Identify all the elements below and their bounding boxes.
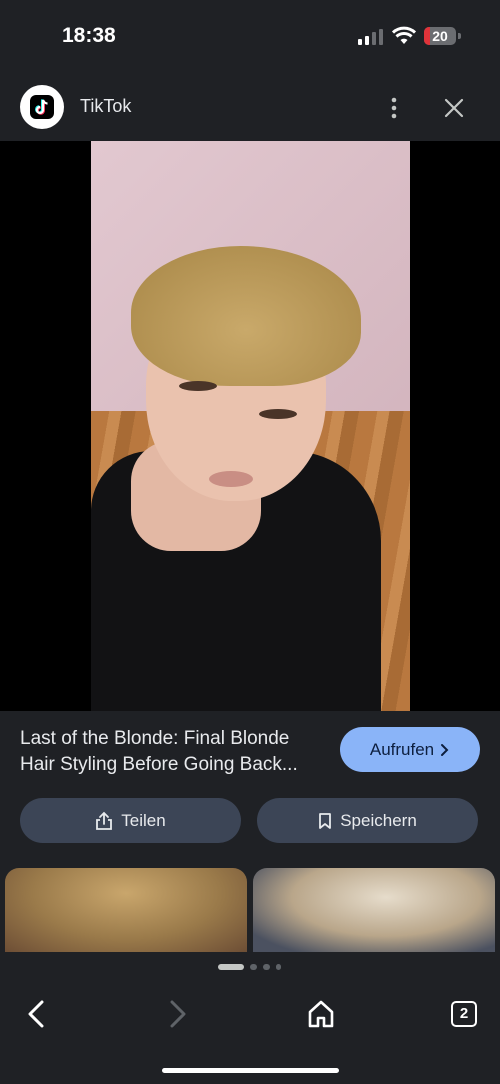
- chevron-right-icon: [441, 743, 449, 756]
- battery-level: 20: [432, 28, 448, 44]
- home-indicator: [162, 1068, 339, 1073]
- back-icon[interactable]: [18, 996, 54, 1032]
- forward-icon[interactable]: [160, 996, 196, 1032]
- share-button-label: Teilen: [121, 810, 166, 830]
- more-options-icon[interactable]: [384, 96, 404, 120]
- save-button-label: Speichern: [340, 810, 417, 830]
- share-button[interactable]: Teilen: [20, 798, 241, 843]
- browser-toolbar: 2: [0, 952, 500, 1084]
- carousel-dot: [263, 964, 270, 970]
- open-button[interactable]: Aufrufen: [340, 727, 480, 772]
- source-site-name[interactable]: TikTok: [80, 96, 131, 117]
- home-icon[interactable]: [303, 996, 339, 1032]
- status-bar: 18:38 20: [0, 0, 500, 72]
- wifi-icon: [392, 26, 416, 44]
- share-icon: [96, 811, 113, 830]
- open-button-label: Aufrufen: [369, 739, 435, 759]
- image-title[interactable]: Last of the Blonde: Final Blonde Hair St…: [20, 726, 320, 778]
- tiktok-logo-icon[interactable]: [20, 85, 64, 129]
- close-icon[interactable]: [444, 98, 464, 118]
- battery-icon: 20: [424, 27, 456, 45]
- tab-switcher-button[interactable]: 2: [446, 996, 482, 1032]
- carousel-dot: [276, 964, 281, 970]
- related-image-thumbnail[interactable]: [253, 868, 495, 952]
- bookmark-icon: [319, 812, 332, 829]
- save-button[interactable]: Speichern: [257, 798, 478, 843]
- image-viewer-header: TikTok: [0, 76, 500, 140]
- carousel-dot: [250, 964, 257, 970]
- preview-image[interactable]: [91, 141, 410, 711]
- related-image-thumbnail[interactable]: [5, 868, 247, 952]
- image-viewer: [0, 141, 500, 711]
- clock: 18:38: [62, 24, 116, 47]
- tab-count: 2: [459, 1005, 469, 1022]
- carousel-dot: [218, 964, 244, 970]
- signal-icon: [358, 29, 383, 45]
